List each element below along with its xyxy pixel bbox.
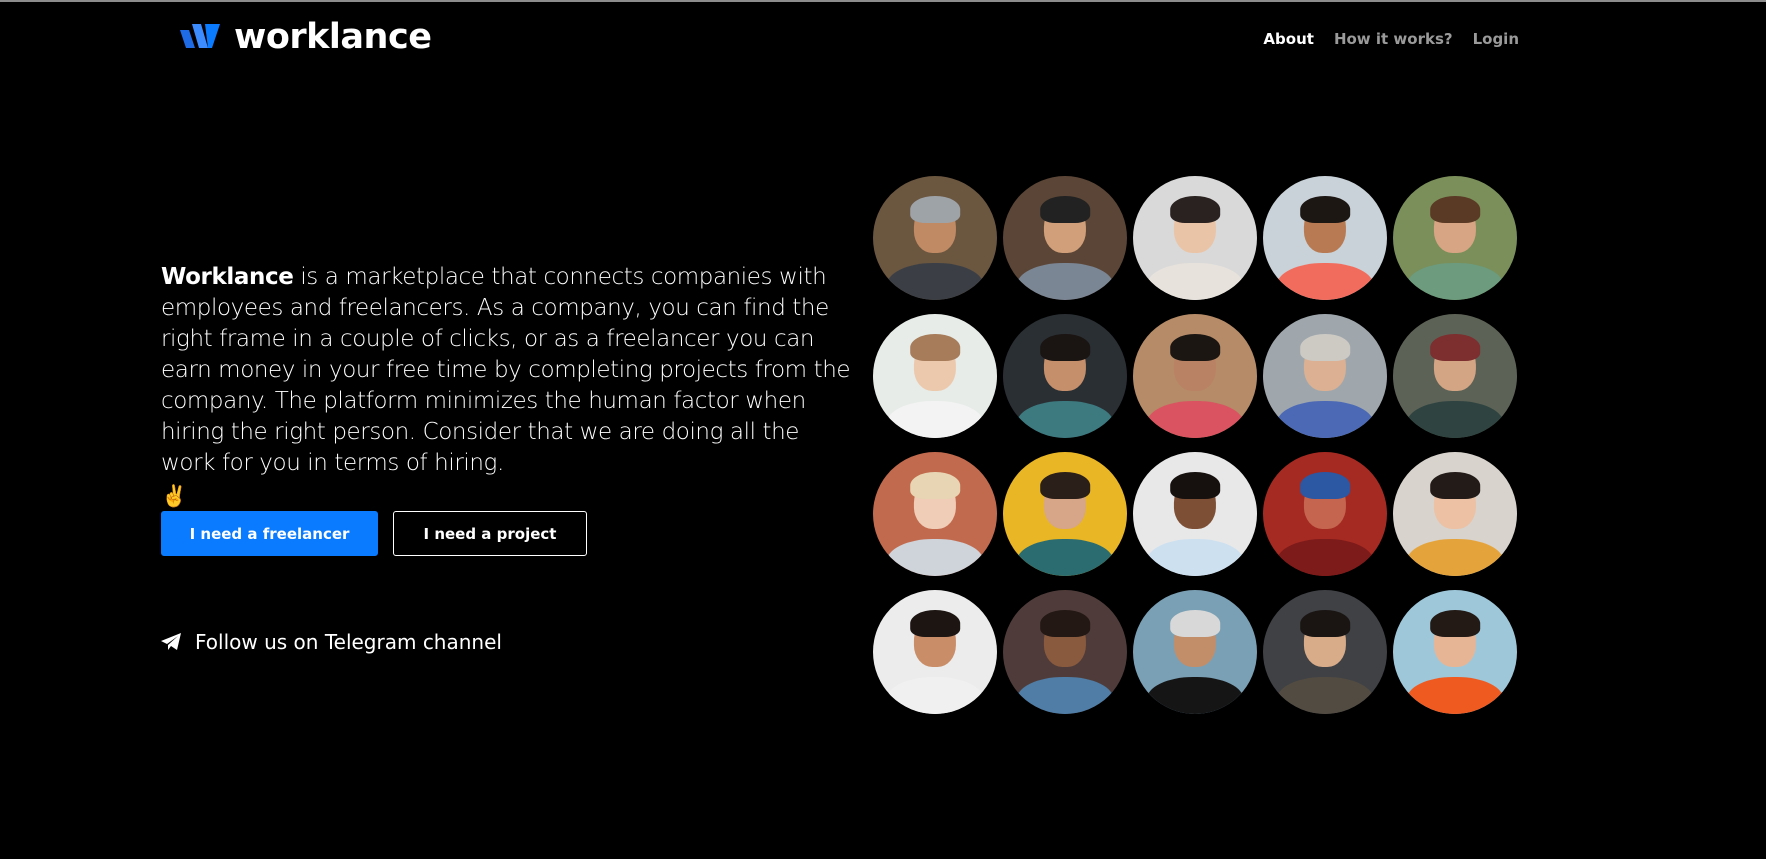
avatar-10 [1393, 314, 1517, 438]
hero-description: Worklance is a marketplace that connects… [161, 262, 851, 512]
logo-text: worklance [234, 17, 432, 57]
avatars-grid [873, 176, 1517, 714]
telegram-link[interactable]: Follow us on Telegram channel [161, 630, 502, 654]
avatar-13 [1133, 452, 1257, 576]
avatar-20 [1393, 590, 1517, 714]
landing-page: worklance About How it works? Login Work… [0, 0, 1766, 859]
avatar-16 [873, 590, 997, 714]
victory-hand-icon: ✌ [161, 484, 187, 508]
avatar-9 [1263, 314, 1387, 438]
avatar-12 [1003, 452, 1127, 576]
top-nav: About How it works? Login [1263, 30, 1519, 48]
avatar-2 [1003, 176, 1127, 300]
need-freelancer-button[interactable]: I need a freelancer [161, 511, 378, 556]
avatar-8 [1133, 314, 1257, 438]
hero-text: is a marketplace that connects companies… [161, 264, 851, 476]
nav-login-link[interactable]: Login [1473, 30, 1519, 48]
telegram-icon [161, 633, 181, 650]
logo[interactable]: worklance [180, 17, 432, 57]
top-border [0, 0, 1766, 2]
hero-brand-name: Worklance [161, 264, 294, 290]
avatar-15 [1393, 452, 1517, 576]
avatar-5 [1393, 176, 1517, 300]
avatar-6 [873, 314, 997, 438]
nav-how-it-works-link[interactable]: How it works? [1334, 30, 1453, 48]
nav-about-link[interactable]: About [1263, 30, 1314, 48]
avatar-1 [873, 176, 997, 300]
telegram-label: Follow us on Telegram channel [195, 630, 502, 654]
avatar-14 [1263, 452, 1387, 576]
avatar-11 [873, 452, 997, 576]
avatar-3 [1133, 176, 1257, 300]
worklance-logo-icon [180, 23, 220, 48]
avatar-4 [1263, 176, 1387, 300]
need-project-button[interactable]: I need a project [393, 511, 587, 556]
avatar-19 [1263, 590, 1387, 714]
avatar-7 [1003, 314, 1127, 438]
avatar-17 [1003, 590, 1127, 714]
avatar-18 [1133, 590, 1257, 714]
